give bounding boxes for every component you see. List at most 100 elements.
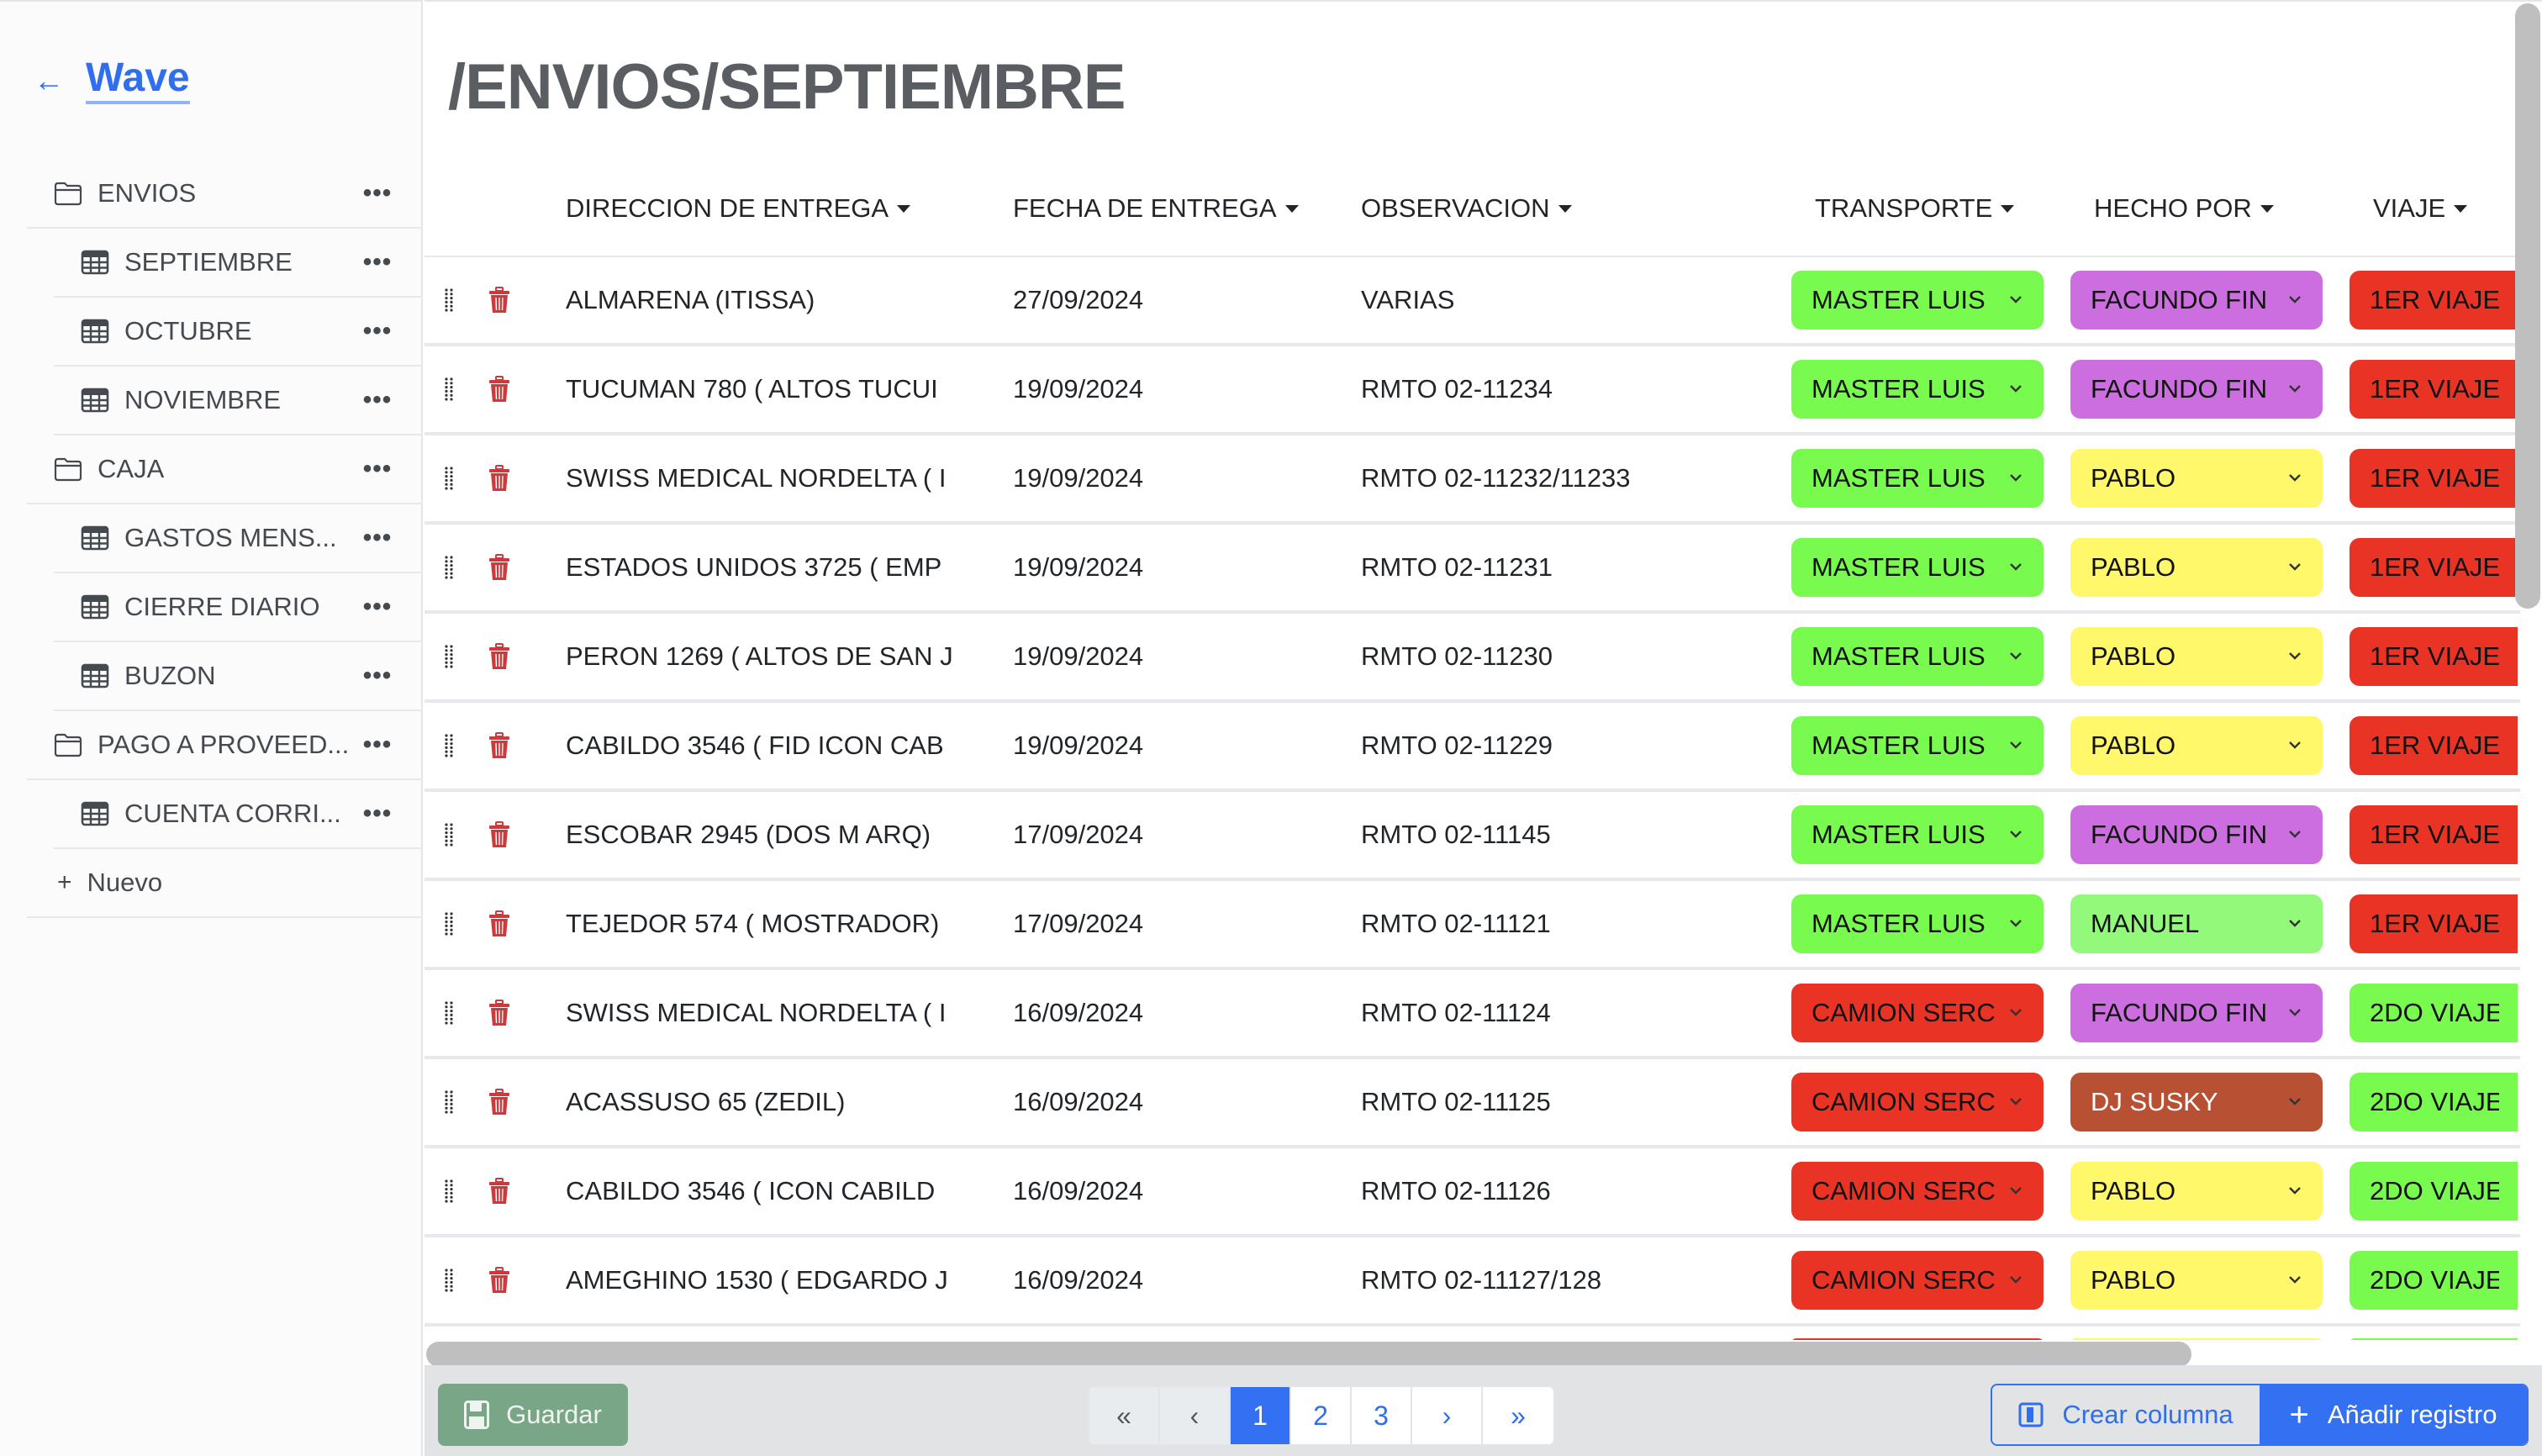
transporte-select[interactable]: MASTER LUIS bbox=[1791, 894, 2044, 953]
sidebar-item-caja[interactable]: CAJA ••• bbox=[27, 435, 423, 504]
cell-observacion[interactable]: RMTO 02-11125 bbox=[1361, 1087, 1791, 1117]
cell-fecha[interactable]: 16/09/2024 bbox=[1013, 998, 1361, 1028]
cell-direccion[interactable]: SWISS MEDICAL NORDELTA ( I bbox=[566, 463, 1013, 493]
cell-direccion[interactable]: ALMARENA (ITISSA) bbox=[566, 285, 1013, 315]
hecho-por-select[interactable]: MANUEL bbox=[2070, 894, 2323, 953]
more-options-icon[interactable]: ••• bbox=[352, 386, 403, 414]
hecho-por-select[interactable]: FACUNDO FIN bbox=[2070, 805, 2323, 864]
cell-fecha[interactable]: 16/09/2024 bbox=[1013, 1087, 1361, 1117]
new-item-button[interactable]: + Nuevo bbox=[27, 849, 423, 918]
cell-direccion[interactable]: TUCUMAN 780 ( ALTOS TUCUI bbox=[566, 374, 1013, 404]
cell-fecha[interactable]: 17/09/2024 bbox=[1013, 820, 1361, 850]
hecho-por-select[interactable]: FACUNDO FIN bbox=[2070, 271, 2323, 330]
drag-handle-icon[interactable] bbox=[425, 1179, 472, 1204]
cell-fecha[interactable]: 27/09/2024 bbox=[1013, 285, 1361, 315]
transporte-select[interactable]: MASTER LUIS bbox=[1791, 805, 2044, 864]
drag-handle-icon[interactable] bbox=[425, 644, 472, 669]
cell-observacion[interactable]: RMTO 02-11145 bbox=[1361, 820, 1791, 850]
hecho-por-select[interactable]: PABLO bbox=[2070, 538, 2323, 597]
transporte-select[interactable]: MASTER LUIS bbox=[1791, 449, 2044, 508]
more-options-icon[interactable]: ••• bbox=[352, 248, 403, 277]
cell-observacion[interactable]: RMTO 02-11234 bbox=[1361, 374, 1791, 404]
column-header-viaje[interactable]: VIAJE bbox=[2350, 193, 2518, 224]
trash-icon[interactable] bbox=[472, 465, 566, 492]
sidebar-item-noviembre[interactable]: NOVIEMBRE ••• bbox=[54, 367, 423, 435]
drag-handle-icon[interactable] bbox=[425, 822, 472, 847]
column-header-direccion[interactable]: DIRECCION DE ENTREGA bbox=[566, 193, 1013, 224]
trash-icon[interactable] bbox=[472, 910, 566, 937]
cell-observacion[interactable]: RMTO 02-11121 bbox=[1361, 909, 1791, 939]
transporte-select[interactable]: MASTER LUIS bbox=[1791, 271, 2044, 330]
sidebar-item-cierre-diario[interactable]: CIERRE DIARIO ••• bbox=[54, 573, 423, 642]
more-options-icon[interactable]: ••• bbox=[352, 593, 403, 621]
column-header-transporte[interactable]: TRANSPORTE bbox=[1791, 193, 2070, 224]
cell-direccion[interactable]: ESTADOS UNIDOS 3725 ( EMP bbox=[566, 552, 1013, 583]
transporte-select[interactable]: MASTER LUIS bbox=[1791, 627, 2044, 686]
drag-handle-icon[interactable] bbox=[425, 377, 472, 402]
transporte-select[interactable]: MASTER LUIS bbox=[1791, 360, 2044, 419]
viaje-select[interactable]: 1ER VIAJE bbox=[2350, 894, 2518, 953]
viaje-select[interactable]: 2DO VIAJE bbox=[2350, 984, 2518, 1042]
more-options-icon[interactable]: ••• bbox=[352, 455, 403, 483]
drag-handle-icon[interactable] bbox=[425, 1089, 472, 1115]
transporte-select[interactable]: CAMION SERC bbox=[1791, 1251, 2044, 1310]
cell-observacion[interactable]: RMTO 02-11126 bbox=[1361, 1176, 1791, 1206]
transporte-select[interactable]: MASTER LUIS bbox=[1791, 716, 2044, 775]
cell-fecha[interactable]: 19/09/2024 bbox=[1013, 731, 1361, 761]
trash-icon[interactable] bbox=[472, 1178, 566, 1205]
cell-direccion[interactable]: CABILDO 3546 ( ICON CABILD bbox=[566, 1176, 1013, 1206]
more-options-icon[interactable]: ••• bbox=[352, 799, 403, 828]
back-arrow-icon[interactable]: ← bbox=[34, 66, 64, 96]
viaje-select[interactable]: 1ER VIAJE bbox=[2350, 271, 2518, 330]
cell-fecha[interactable]: 19/09/2024 bbox=[1013, 374, 1361, 404]
cell-direccion[interactable]: PERON 1269 ( ALTOS DE SAN J bbox=[566, 641, 1013, 672]
cell-fecha[interactable]: 16/09/2024 bbox=[1013, 1265, 1361, 1295]
more-options-icon[interactable]: ••• bbox=[352, 731, 403, 759]
cell-observacion[interactable]: RMTO 02-11232/11233 bbox=[1361, 463, 1791, 493]
trash-icon[interactable] bbox=[472, 643, 566, 670]
cell-direccion[interactable]: ACASSUSO 65 (ZEDIL) bbox=[566, 1087, 1013, 1117]
cell-observacion[interactable]: RMTO 02-11231 bbox=[1361, 552, 1791, 583]
vertical-scrollbar[interactable] bbox=[2515, 3, 2540, 609]
save-button[interactable]: Guardar bbox=[438, 1384, 628, 1446]
trash-icon[interactable] bbox=[472, 732, 566, 759]
cell-direccion[interactable]: AMEGHINO 1530 ( EDGARDO J bbox=[566, 1265, 1013, 1295]
drag-handle-icon[interactable] bbox=[425, 1000, 472, 1026]
sidebar-item-septiembre[interactable]: SEPTIEMBRE ••• bbox=[54, 229, 423, 298]
cell-fecha[interactable]: 16/09/2024 bbox=[1013, 1176, 1361, 1206]
transporte-select[interactable]: CAMION SERC bbox=[1791, 984, 2044, 1042]
page-button-3[interactable]: 3 bbox=[1352, 1387, 1412, 1444]
viaje-select[interactable]: 1ER VIAJE bbox=[2350, 627, 2518, 686]
sidebar-item-octubre[interactable]: OCTUBRE ••• bbox=[54, 298, 423, 367]
transporte-select[interactable]: CAMION SERC bbox=[1791, 1162, 2044, 1221]
sidebar-item-cuenta-corri[interactable]: CUENTA CORRI... ••• bbox=[54, 780, 423, 849]
create-column-button[interactable]: Crear columna bbox=[1992, 1385, 2260, 1444]
cell-observacion[interactable]: RMTO 02-11230 bbox=[1361, 641, 1791, 672]
sidebar-item-pago-a-proveed[interactable]: PAGO A PROVEED... ••• bbox=[27, 711, 423, 780]
horizontal-scrollbar[interactable] bbox=[426, 1342, 2191, 1367]
more-options-icon[interactable]: ••• bbox=[352, 524, 403, 552]
more-options-icon[interactable]: ••• bbox=[352, 317, 403, 346]
hecho-por-select[interactable]: PABLO bbox=[2070, 449, 2323, 508]
cell-direccion[interactable]: CABILDO 3546 ( FID ICON CAB bbox=[566, 731, 1013, 761]
trash-icon[interactable] bbox=[472, 376, 566, 403]
viaje-select[interactable]: 1ER VIAJE bbox=[2350, 716, 2518, 775]
hecho-por-select[interactable]: PABLO bbox=[2070, 716, 2323, 775]
cell-fecha[interactable]: 19/09/2024 bbox=[1013, 463, 1361, 493]
column-header-observacion[interactable]: OBSERVACION bbox=[1361, 193, 1791, 224]
next-page-button[interactable]: › bbox=[1412, 1387, 1483, 1444]
column-header-hecho-por[interactable]: HECHO POR bbox=[2070, 193, 2350, 224]
prev-page-button[interactable]: ‹ bbox=[1160, 1387, 1231, 1444]
cell-direccion[interactable]: SWISS MEDICAL NORDELTA ( I bbox=[566, 998, 1013, 1028]
viaje-select[interactable]: 1ER VIAJE bbox=[2350, 360, 2518, 419]
trash-icon[interactable] bbox=[472, 1000, 566, 1026]
trash-icon[interactable] bbox=[472, 554, 566, 581]
hecho-por-select[interactable]: PABLO bbox=[2070, 1162, 2323, 1221]
column-header-fecha[interactable]: FECHA DE ENTREGA bbox=[1013, 193, 1361, 224]
viaje-select[interactable]: 1ER VIAJE bbox=[2350, 805, 2518, 864]
trash-icon[interactable] bbox=[472, 287, 566, 314]
viaje-select[interactable]: 1ER VIAJE bbox=[2350, 538, 2518, 597]
workspace-link[interactable]: Wave bbox=[86, 56, 190, 105]
trash-icon[interactable] bbox=[472, 821, 566, 848]
hecho-por-select[interactable]: DJ SUSKY bbox=[2070, 1073, 2323, 1132]
